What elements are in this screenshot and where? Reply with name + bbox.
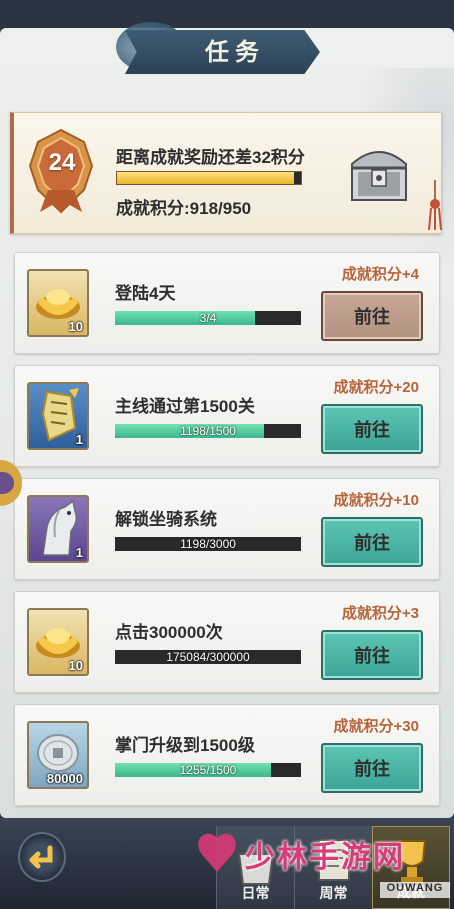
level-number: 24 xyxy=(48,149,76,176)
treasure-chest-icon[interactable] xyxy=(344,138,414,204)
task-card: 1 解锁坐骑系统 1198/3000 成就积分+10 前往 xyxy=(14,478,440,580)
task-name: 解锁坐骑系统 xyxy=(115,510,217,529)
task-reward: 成就积分+4 xyxy=(341,266,419,283)
task-reward: 成就积分+30 xyxy=(333,718,419,735)
task-reward: 成就积分+10 xyxy=(333,492,419,509)
task-card: 10 登陆4天 3/4 成就积分+4 前往 xyxy=(14,252,440,354)
task-progress-bar: 1198/1500 xyxy=(115,424,301,438)
achievement-progress-bar xyxy=(116,171,302,185)
silver-coin-icon: 80000 xyxy=(27,721,89,789)
achievement-score-text: 成就积分:918/950 xyxy=(116,199,252,218)
achievement-progress-fill xyxy=(117,172,294,184)
task-progress-text: 1198/1500 xyxy=(180,424,236,438)
task-reward: 成就积分+20 xyxy=(333,379,419,396)
task-name: 主线通过第1500关 xyxy=(115,397,255,416)
gold-ingot-icon: 10 xyxy=(27,269,89,337)
talisman-scroll-icon: 1 xyxy=(27,382,89,450)
item-count: 80000 xyxy=(46,771,83,786)
task-name: 点击300000次 xyxy=(115,623,223,642)
page-title: 任务 xyxy=(205,37,265,66)
go-button[interactable]: 前往 xyxy=(321,630,423,680)
task-progress-text: 175084/300000 xyxy=(166,650,250,664)
item-count: 10 xyxy=(68,658,83,673)
task-card: 1 主线通过第1500关 1198/1500 成就积分+20 前往 xyxy=(14,365,440,467)
tassel-decoration xyxy=(428,180,442,230)
item-count: 10 xyxy=(68,319,83,334)
go-button[interactable]: 前往 xyxy=(321,743,423,793)
task-card: 10 点击300000次 175084/300000 成就积分+3 前往 xyxy=(14,591,440,693)
go-button[interactable]: 前往 xyxy=(321,517,423,567)
reward-distance-text: 距离成就奖励还差32积分 xyxy=(116,148,305,167)
go-button[interactable]: 前往 xyxy=(321,404,423,454)
item-count: 1 xyxy=(75,545,83,560)
item-count: 1 xyxy=(75,432,83,447)
task-progress-text: 1255/1500 xyxy=(179,763,237,777)
watermark-subtext: OUWANG xyxy=(380,882,450,898)
task-progress-text: 3/4 xyxy=(199,311,217,325)
task-reward: 成就积分+3 xyxy=(341,605,419,622)
back-arrow-icon xyxy=(29,845,53,869)
task-progress-bar: 175084/300000 xyxy=(115,650,301,664)
task-card: 80000 掌门升级到1500级 1255/1500 成就积分+30 前往 xyxy=(14,704,440,806)
task-progress-text: 1198/3000 xyxy=(180,537,236,551)
task-progress-bar: 1198/3000 xyxy=(115,537,301,551)
white-horse-icon: 1 xyxy=(27,495,89,563)
watermark-text: 少林手游网 xyxy=(245,841,405,874)
back-button[interactable] xyxy=(18,832,66,882)
task-progress-bar: 3/4 xyxy=(115,311,301,325)
gold-ingot-icon: 10 xyxy=(27,608,89,676)
task-name: 掌门升级到1500级 xyxy=(115,736,255,755)
go-button[interactable]: 前往 xyxy=(321,291,423,341)
task-name: 登陆4天 xyxy=(115,284,176,303)
task-progress-bar: 1255/1500 xyxy=(115,763,301,777)
